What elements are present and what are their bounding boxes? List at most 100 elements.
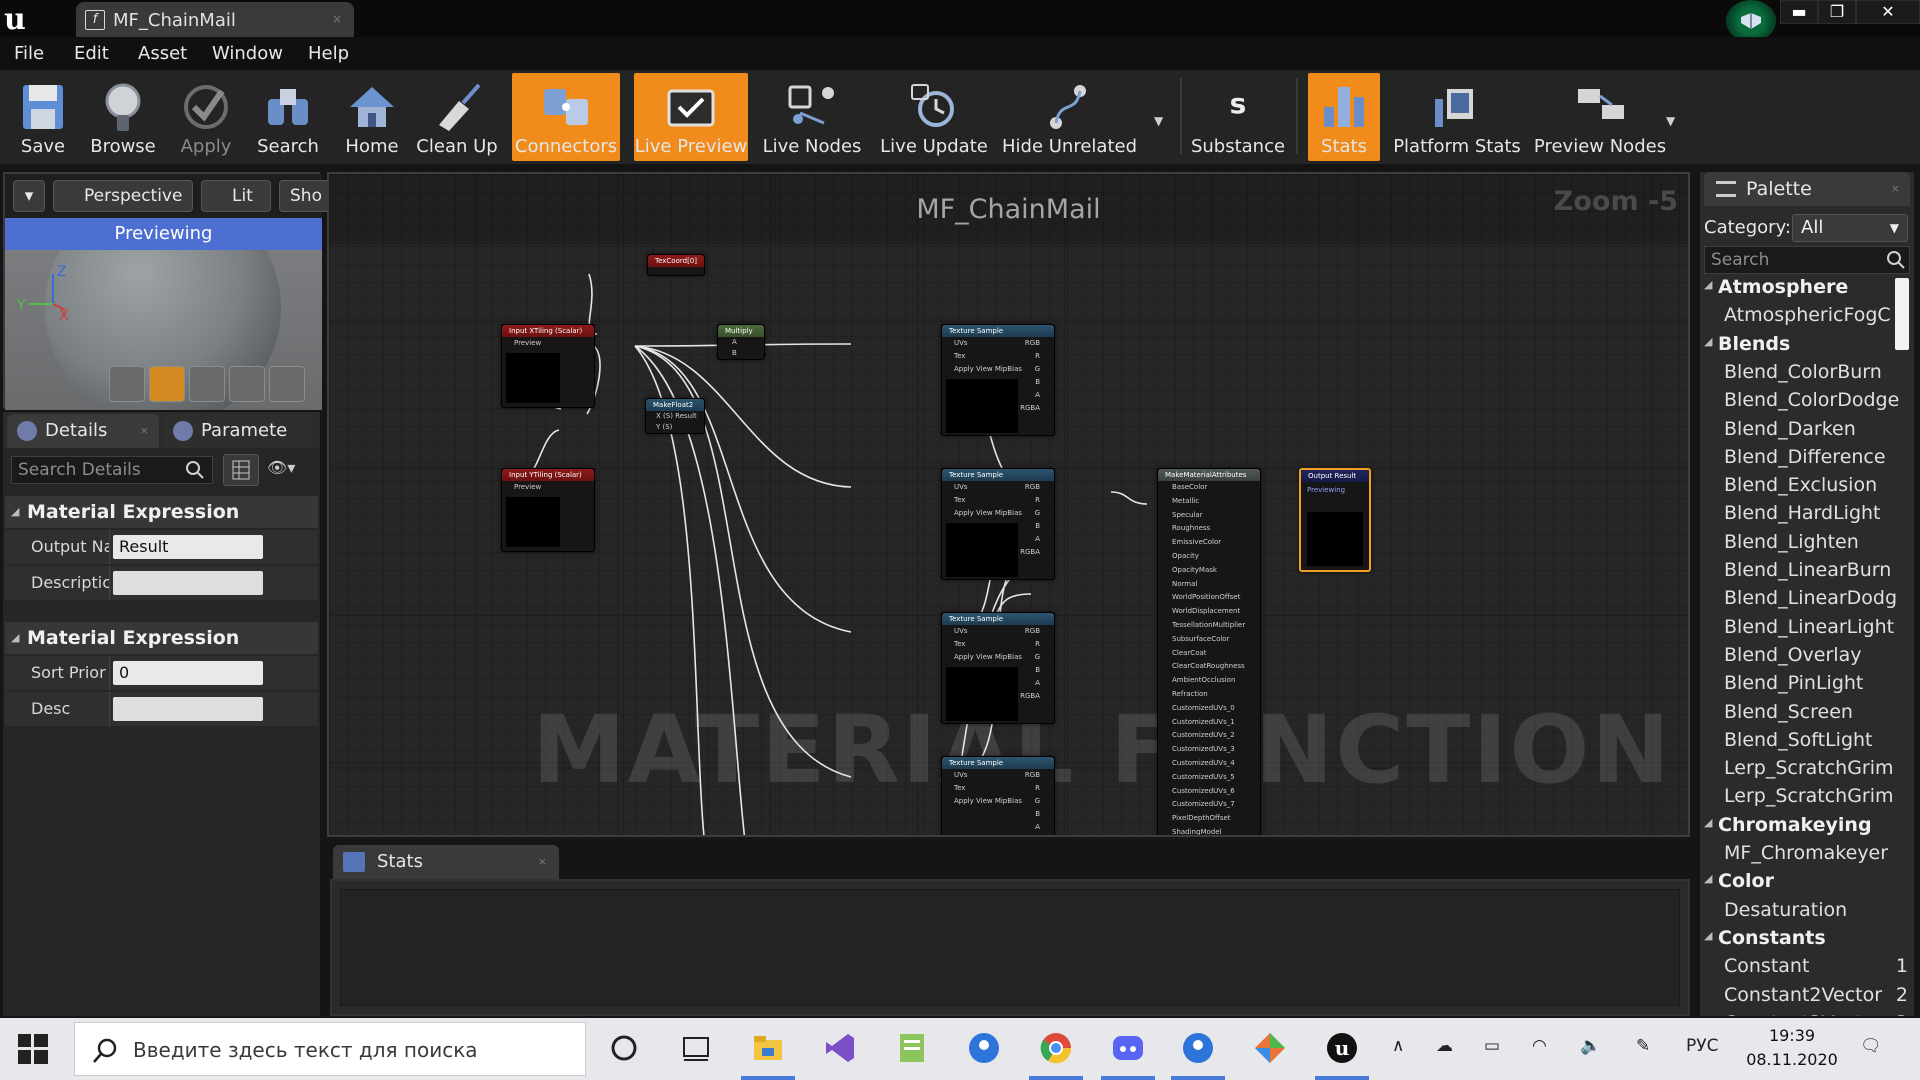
close-tab-icon[interactable]: × <box>1891 172 1900 206</box>
maps-icon[interactable] <box>1180 1030 1216 1066</box>
palette-item[interactable]: Blend_Overlay <box>1724 644 1910 672</box>
material-attribute-pin[interactable]: PixelDepthOffset <box>1172 814 1231 822</box>
clock-time[interactable]: 19:39 <box>1762 1026 1822 1045</box>
palette-item[interactable]: Blend_Difference <box>1724 446 1910 474</box>
live-preview-button[interactable]: Live Preview <box>634 73 748 161</box>
platform-stats-button[interactable]: Platform Stats <box>1392 73 1522 161</box>
texture-sample-node-4[interactable]: Texture Sample UVs Tex Apply View MipBia… <box>941 756 1055 835</box>
material-attribute-pin[interactable]: CustomizedUVs_3 <box>1172 745 1235 753</box>
category-select[interactable]: All ▼ <box>1792 214 1908 242</box>
palette-item[interactable]: Constant2Vector 2 <box>1724 984 1910 1012</box>
lit-button[interactable]: Lit <box>201 180 271 212</box>
material-attribute-pin[interactable]: CustomizedUVs_0 <box>1172 704 1235 712</box>
material-attribute-pin[interactable]: Roughness <box>1172 524 1210 532</box>
material-attribute-pin[interactable]: Refraction <box>1172 690 1208 698</box>
close-tab-icon[interactable]: × <box>140 414 149 448</box>
material-attribute-pin[interactable]: Normal <box>1172 580 1197 588</box>
stats-button[interactable]: Stats <box>1308 73 1380 161</box>
texture-sample-node-1[interactable]: Texture Sample UVs Tex Apply View MipBia… <box>941 324 1055 436</box>
palette-category[interactable]: Atmosphere <box>1704 276 1848 304</box>
palette-item[interactable]: Constant 1 <box>1724 955 1910 983</box>
toolbar-overflow-icon[interactable]: ▼ <box>1154 114 1163 128</box>
browse-button[interactable]: Browse <box>84 73 162 161</box>
menu-help[interactable]: Help <box>308 43 349 64</box>
material-attribute-pin[interactable]: Opacity <box>1172 552 1199 560</box>
material-graph[interactable]: MF_ChainMail Zoom -5 MATERIAL FUNCTION T… <box>327 172 1690 837</box>
makefloat2-node[interactable]: MakeFloat2 X (S) Result Y (S) <box>645 398 705 434</box>
preview-nodes-button[interactable]: Preview Nodes <box>1532 73 1668 161</box>
column-divider[interactable] <box>109 530 110 564</box>
palette-scrollbar[interactable] <box>1895 278 1909 350</box>
material-attribute-pin[interactable]: EmissiveColor <box>1172 538 1221 546</box>
material-attribute-pin[interactable]: CustomizedUVs_6 <box>1172 787 1235 795</box>
palette-item[interactable]: Lerp_ScratchGrim <box>1724 785 1910 813</box>
palette-list[interactable]: Atmosphere AtmosphericFogC Blends Blend_Col… <box>1700 276 1914 1016</box>
unreal-logo-icon[interactable]: u <box>4 2 40 37</box>
palette-item[interactable]: Blend_ColorBurn <box>1724 361 1910 389</box>
asset-tab[interactable]: f MF_ChainMail × <box>76 2 354 37</box>
perspective-button[interactable]: Perspective <box>53 180 193 212</box>
material-attribute-pin[interactable]: CustomizedUVs_5 <box>1172 773 1235 781</box>
menu-window[interactable]: Window <box>212 43 283 64</box>
material-attribute-pin[interactable]: CustomizedUVs_2 <box>1172 731 1235 739</box>
pen-icon[interactable]: ✎ <box>1636 1036 1650 1056</box>
notepad-icon[interactable] <box>894 1030 930 1066</box>
battery-icon[interactable]: ▭ <box>1484 1036 1500 1056</box>
material-attribute-pin[interactable]: Specular <box>1172 511 1203 519</box>
view-options-button[interactable]: 👁▾ <box>267 458 315 482</box>
material-attribute-pin[interactable]: OpacityMask <box>1172 566 1217 574</box>
palette-category[interactable]: Blends <box>1704 333 1790 361</box>
material-attribute-pin[interactable]: AmbientOcclusion <box>1172 676 1235 684</box>
palette-item[interactable]: Blend_LinearBurn <box>1724 559 1910 587</box>
clock-date[interactable]: 08.11.2020 <box>1740 1050 1844 1069</box>
connectors-button[interactable]: Connectors <box>512 73 620 161</box>
search-button[interactable]: Search <box>250 73 326 161</box>
maps-icon[interactable] <box>966 1030 1002 1066</box>
details-tab[interactable]: Details × <box>7 414 159 448</box>
palette-item[interactable]: Blend_SoftLight <box>1724 729 1910 757</box>
palette-item[interactable]: Blend_HardLight <box>1724 502 1910 530</box>
home-button[interactable]: Home <box>334 73 410 161</box>
notifications-icon[interactable]: 🗨 <box>1860 1036 1882 1056</box>
palette-item[interactable]: Lerp_ScratchGrim <box>1724 757 1910 785</box>
maximize-button[interactable]: ❐ <box>1818 0 1856 24</box>
multiply-node[interactable]: Multiply A B <box>717 324 765 360</box>
wifi-icon[interactable]: ◠ <box>1532 1036 1547 1056</box>
palette-item[interactable]: Blend_ColorDodge <box>1724 389 1910 417</box>
palette-item[interactable]: Desaturation <box>1724 899 1910 927</box>
palette-item[interactable]: Blend_Exclusion <box>1724 474 1910 502</box>
close-tab-icon[interactable]: × <box>332 12 342 26</box>
stats-output-area[interactable] <box>340 889 1680 1006</box>
material-attribute-pin[interactable]: CustomizedUVs_7 <box>1172 800 1235 808</box>
gem-app-icon[interactable] <box>1252 1030 1288 1066</box>
cortana-icon[interactable] <box>606 1030 642 1066</box>
volume-icon[interactable]: 🔈 <box>1580 1036 1601 1056</box>
plane-preview-button[interactable] <box>189 366 225 402</box>
material-attribute-pin[interactable]: CustomizedUVs_4 <box>1172 759 1235 767</box>
discord-icon[interactable] <box>1110 1030 1146 1066</box>
material-attribute-pin[interactable]: ClearCoat <box>1172 649 1207 657</box>
windows-start-icon[interactable] <box>18 1034 48 1064</box>
output-name-input[interactable]: Result <box>113 535 263 559</box>
texcoord-node[interactable]: TexCoord[0] <box>647 254 705 276</box>
material-attribute-pin[interactable]: ClearCoatRoughness <box>1172 662 1245 670</box>
live-update-button[interactable]: Live Update <box>878 73 990 161</box>
texture-sample-node-2[interactable]: Texture Sample UVs Tex Apply View MipBia… <box>941 468 1055 580</box>
material-attribute-pin[interactable]: BaseColor <box>1172 483 1207 491</box>
show-hidden-icons-icon[interactable]: ∧ <box>1392 1036 1404 1056</box>
section-material-expression[interactable]: Material Expression <box>5 622 318 654</box>
section-material-expression-function-output[interactable]: Material Expression Function Ou <box>5 496 318 555</box>
menu-asset[interactable]: Asset <box>138 43 187 64</box>
custom-mesh-preview-button[interactable] <box>269 366 305 402</box>
language-indicator[interactable]: РУС <box>1686 1036 1718 1056</box>
palette-item[interactable]: Blend_Screen <box>1724 701 1910 729</box>
clean-up-button[interactable]: Clean Up <box>414 73 500 161</box>
material-attribute-pin[interactable]: CustomizedUVs_1 <box>1172 718 1235 726</box>
palette-category[interactable]: Color <box>1704 870 1774 898</box>
palette-item[interactable]: AtmosphericFogC <box>1724 304 1910 332</box>
input-xtiling-node[interactable]: Input XTiling (Scalar) Preview <box>501 324 595 408</box>
sphere-preview-button[interactable] <box>149 366 185 402</box>
cube-preview-button[interactable] <box>229 366 265 402</box>
material-attribute-pin[interactable]: ShadingModel <box>1172 828 1221 835</box>
material-attribute-pin[interactable]: SubsurfaceColor <box>1172 635 1229 643</box>
